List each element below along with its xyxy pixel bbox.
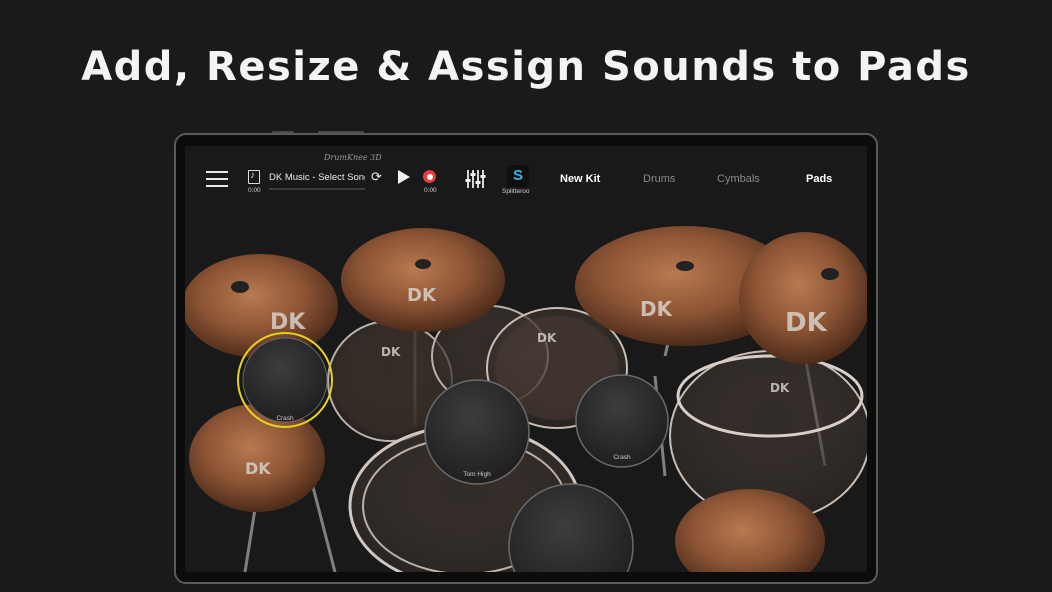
pad-label: Crash — [613, 454, 631, 461]
tab-drums[interactable]: Drums — [643, 173, 675, 185]
pad-label: Tom High — [463, 471, 491, 478]
app-screen: DrumKnee 3D DK Music - Select Song 0:00 … — [185, 146, 867, 572]
pad-crash-right[interactable]: Crash — [575, 374, 669, 468]
cymbal-logo: DK — [245, 459, 271, 478]
music-file-icon[interactable] — [248, 170, 260, 184]
tab-pads[interactable]: Pads — [806, 173, 832, 185]
tab-new-kit[interactable]: New Kit — [560, 173, 600, 185]
top-bar: DrumKnee 3D DK Music - Select Song 0:00 … — [185, 146, 867, 210]
record-icon[interactable] — [423, 170, 436, 183]
brand-logo: DrumKnee 3D — [324, 153, 382, 162]
song-progress-bar[interactable] — [269, 188, 365, 190]
record-time: 0:00 — [424, 187, 437, 194]
splitteroo-app-icon[interactable]: S — [507, 165, 529, 187]
cymbal-china — [739, 232, 867, 364]
splitteroo-label: Splitteroo — [502, 188, 530, 195]
reload-icon[interactable]: ⟳ — [371, 170, 384, 183]
song-selector[interactable]: DK Music - Select Song — [269, 172, 365, 183]
cymbal-logo: DK — [785, 308, 828, 338]
headline: Add, Resize & Assign Sounds to Pads — [81, 44, 971, 90]
splitteroo-s-icon: S — [513, 167, 524, 184]
mixer-sliders-icon[interactable] — [465, 168, 487, 190]
cymbal-logo: DK — [270, 310, 306, 335]
cymbal-logo: DK — [407, 285, 437, 306]
elapsed-time: 0:00 — [248, 187, 261, 194]
drum-kit-stage: DK DK DK DK DK DK DK DK Crash Tom High C… — [185, 226, 867, 572]
hamburger-menu-icon[interactable] — [206, 171, 228, 187]
cymbal-crash-left — [341, 228, 505, 332]
play-icon[interactable] — [398, 170, 410, 184]
cymbal-logo: DK — [537, 331, 557, 345]
tab-cymbals[interactable]: Cymbals — [717, 173, 760, 185]
cymbal-splash-bottom-left — [189, 404, 325, 512]
cymbal-hihat — [185, 254, 338, 358]
cymbal-logo: DK — [770, 381, 790, 395]
cymbal-logo: DK — [640, 297, 674, 321]
cymbal-logo: DK — [381, 345, 401, 359]
pad-crash-left[interactable]: Crash — [237, 332, 333, 428]
pad-label: Crash — [276, 415, 294, 422]
pad-tom-high[interactable]: Tom High — [424, 379, 530, 485]
